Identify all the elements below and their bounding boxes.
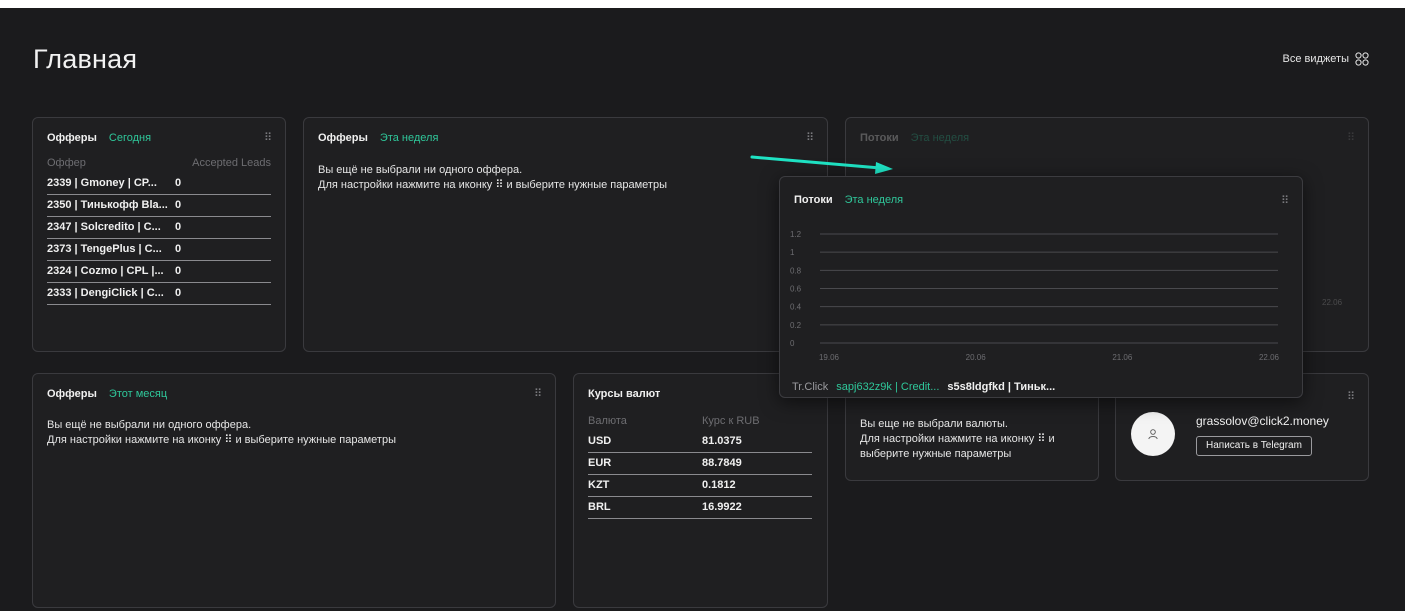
offer-name: 2333 | DengiClick | C...: [47, 282, 175, 305]
column-header: Валюта: [588, 415, 627, 427]
user-icon: [1148, 429, 1158, 440]
offer-leads: 0: [175, 260, 271, 283]
offer-leads: 0: [175, 194, 271, 217]
x-tick-label: 19.06: [819, 353, 840, 362]
table-row: KZT 0.1812: [588, 474, 812, 497]
offer-leads: 0: [175, 282, 271, 305]
offers-today-widget: Офферы Сегодня ⠿ Оффер Accepted Leads 23…: [32, 117, 286, 352]
streams-chart: 1.2 1 0.8 0.6 0.4 0.2 0 19.06 20.06 21.06 22.06: [790, 230, 1280, 362]
currency-code: BRL: [588, 496, 702, 519]
empty-message: Вы ещё не выбрали ни одного оффера. Для …: [318, 163, 667, 193]
empty-message-line: Вы ещё не выбрали ни одного оффера.: [47, 419, 252, 431]
y-tick-label: 0.4: [790, 303, 802, 312]
currency-code: USD: [588, 430, 702, 453]
empty-message-line: Вы еще не выбрали валюты.: [860, 418, 1008, 430]
widget-title: Офферы: [47, 132, 97, 144]
offer-name: 2350 | Тинькофф Bla...: [47, 194, 175, 217]
x-tick-label: 22.06: [1259, 353, 1280, 362]
y-tick-label: 0: [790, 339, 795, 348]
widget-period: Эта неделя: [910, 132, 970, 144]
widget-period[interactable]: Эта неделя: [845, 194, 904, 206]
empty-message-line: выберите нужные параметры: [860, 448, 1012, 460]
empty-message: Вы ещё не выбрали ни одного оффера. Для …: [47, 418, 396, 448]
empty-message: Вы еще не выбрали валюты. Для настройки …: [860, 417, 1055, 462]
x-tick-label: 21.06: [1112, 353, 1133, 362]
drag-handle-icon: ⠿: [1346, 132, 1355, 144]
widget-period[interactable]: Сегодня: [109, 132, 151, 144]
avatar: [1131, 412, 1175, 456]
x-tick-label: 22.06: [1322, 298, 1343, 307]
y-tick-label: 0.8: [790, 266, 802, 275]
currency-rate: 0.1812: [702, 474, 812, 497]
offer-leads: 0: [175, 216, 271, 239]
drag-handle-icon[interactable]: ⠿: [1347, 390, 1355, 403]
currency-widget: Курсы валют Валюта Курс к RUB USD 81.0375…: [573, 373, 828, 608]
offer-leads: 0: [175, 172, 271, 195]
currency-rate: 81.0375: [702, 430, 812, 453]
all-widgets-label: Все виджеты: [1282, 53, 1349, 65]
widget-title: Офферы: [318, 132, 368, 144]
widget-period[interactable]: Эта неделя: [380, 132, 439, 144]
widget-title: Курсы валют: [588, 388, 661, 400]
widget-title: Офферы: [47, 388, 97, 400]
table-row: USD 81.0375: [588, 430, 812, 453]
stream-link[interactable]: s5s8ldgfkd | Тиньк...: [947, 381, 1055, 393]
widget-period[interactable]: Этот месяц: [109, 388, 167, 400]
table-row[interactable]: 2350 | Тинькофф Bla... 0: [47, 194, 271, 217]
table-row: EUR 88.7849: [588, 452, 812, 475]
table-row: BRL 16.9922: [588, 496, 812, 519]
manager-email[interactable]: grassolov@click2.money: [1196, 414, 1329, 428]
streams-popup: Потоки Эта неделя ⠿ 1.2 1 0.8 0.6 0.4 0.2 0 19.…: [779, 176, 1303, 398]
empty-message-line: Вы ещё не выбрали ни одного оффера.: [318, 164, 523, 176]
widget-title: Потоки: [860, 132, 899, 144]
offer-name: 2373 | TengePlus | C...: [47, 238, 175, 261]
y-tick-label: 1: [790, 248, 795, 257]
offers-week-widget: Офферы Эта неделя ⠿ Вы ещё не выбрали ни…: [303, 117, 828, 352]
footer-label: Tr.Click: [792, 381, 829, 393]
y-tick-label: 1.2: [790, 230, 802, 239]
table-row[interactable]: 2324 | Cozmo | CPL |... 0: [47, 260, 271, 283]
empty-message-line: Для настройки нажмите на иконку ⠿ и выбе…: [47, 434, 396, 446]
telegram-button[interactable]: Написать в Telegram: [1196, 436, 1312, 456]
x-tick-label: 20.06: [966, 353, 987, 362]
popup-footer: Tr.Click sapj632z9k | Credit... s5s8ldgf…: [792, 381, 1055, 393]
widget-title: Потоки: [794, 194, 833, 206]
table-row[interactable]: 2347 | Solcredito | C... 0: [47, 216, 271, 239]
table-row[interactable]: 2333 | DengiClick | C... 0: [47, 282, 271, 305]
offers-table: Оффер Accepted Leads 2339 | Gmoney | CP.…: [47, 154, 271, 305]
drag-handle-icon[interactable]: ⠿: [806, 131, 814, 144]
column-header: Accepted Leads: [192, 157, 271, 169]
currency-code: KZT: [588, 474, 702, 497]
offer-leads: 0: [175, 238, 271, 261]
widgets-grid-icon: [1355, 52, 1369, 66]
page-title: Главная: [33, 44, 138, 74]
currency-rate: 16.9922: [702, 496, 812, 519]
top-strip: [0, 0, 1405, 8]
offer-name: 2347 | Solcredito | C...: [47, 216, 175, 239]
column-header: Курс к RUB: [702, 415, 760, 427]
table-row[interactable]: 2339 | Gmoney | CP... 0: [47, 172, 271, 195]
drag-handle-icon[interactable]: ⠿: [1281, 194, 1289, 207]
stream-link[interactable]: sapj632z9k | Credit...: [836, 381, 939, 393]
drag-handle-icon[interactable]: ⠿: [264, 131, 272, 144]
offer-name: 2339 | Gmoney | CP...: [47, 172, 175, 195]
column-header: Оффер: [47, 157, 86, 169]
table-row[interactable]: 2373 | TengePlus | C... 0: [47, 238, 271, 261]
offer-name: 2324 | Cozmo | CPL |...: [47, 260, 175, 283]
y-tick-label: 0.6: [790, 285, 802, 294]
drag-handle-icon[interactable]: ⠿: [534, 387, 542, 400]
y-tick-label: 0.2: [790, 321, 802, 330]
currency-code: EUR: [588, 452, 702, 475]
all-widgets-button[interactable]: Все виджеты: [1283, 52, 1369, 66]
currency-rate: 88.7849: [702, 452, 812, 475]
offers-month-widget: Офферы Этот месяц ⠿ Вы ещё не выбрали ни…: [32, 373, 556, 608]
empty-message-line: Для настройки нажмите на иконку ⠿ и: [860, 433, 1055, 445]
empty-message-line: Для настройки нажмите на иконку ⠿ и выбе…: [318, 179, 667, 191]
currency-table: Валюта Курс к RUB USD 81.0375 EUR 88.7849 …: [588, 412, 812, 519]
